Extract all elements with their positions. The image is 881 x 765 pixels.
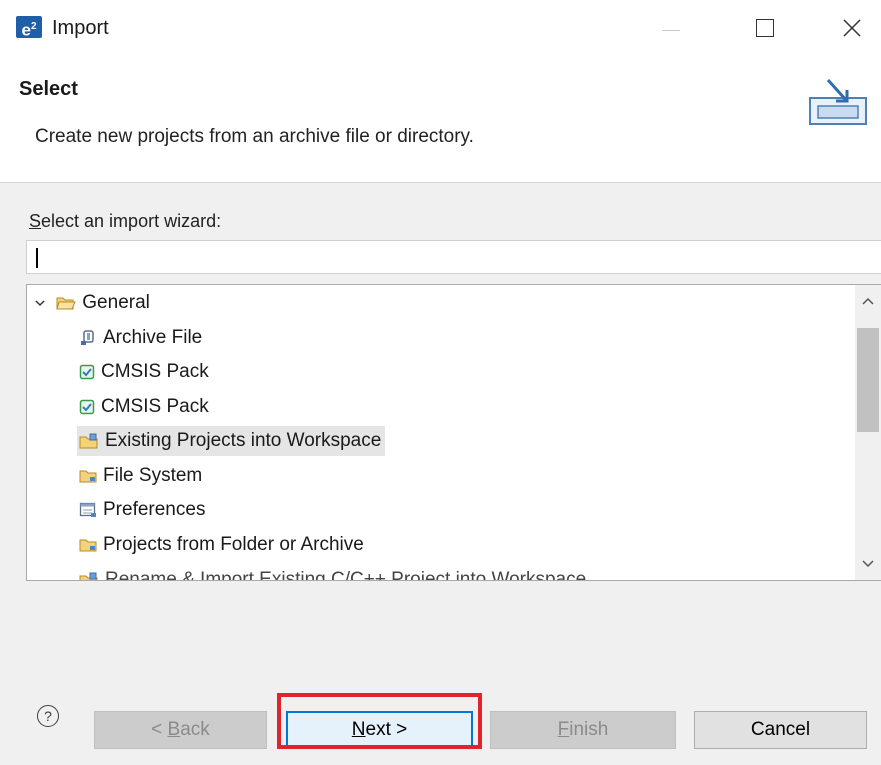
- folder-open-icon: [56, 297, 77, 310]
- tree-item-label: CMSIS Pack: [101, 396, 209, 417]
- tree-item-label: Projects from Folder or Archive: [103, 534, 364, 555]
- tree-item-label: Rename & Import Existing C/C++ Project i…: [105, 569, 587, 581]
- wizard-body: Select an import wizard: General Archive…: [0, 183, 881, 765]
- tree-item-label: File System: [103, 465, 203, 486]
- tree-item-existing-projects[interactable]: Existing Projects into Workspace: [77, 426, 386, 456]
- wizard-filter-input[interactable]: [26, 240, 881, 274]
- tree-item-cmsis-pack[interactable]: CMSIS Pack: [79, 392, 209, 422]
- chevron-up-icon: [862, 297, 874, 305]
- folder-icon: [79, 539, 97, 552]
- title-bar: e2 Import: [0, 0, 881, 56]
- highlight-annotation: [277, 693, 482, 749]
- wizard-header: Select Create new projects from an archi…: [0, 56, 881, 182]
- app-icon: e2: [16, 16, 42, 40]
- maximize-button[interactable]: [742, 10, 788, 46]
- checkbox-icon: [79, 364, 95, 380]
- project-folder-icon: [79, 433, 98, 449]
- chevron-down-icon[interactable]: [33, 297, 47, 309]
- tree-item-projects-from-folder[interactable]: Projects from Folder or Archive: [79, 530, 364, 560]
- tree-item-general[interactable]: General: [33, 288, 150, 318]
- tree-scrollbar[interactable]: [855, 285, 881, 580]
- tree-item-archive-file[interactable]: Archive File: [79, 323, 202, 353]
- page-title: Select: [19, 78, 78, 100]
- chevron-down-icon: [862, 560, 874, 568]
- tree-item-label: Preferences: [103, 499, 206, 520]
- scroll-down-button[interactable]: [855, 550, 881, 580]
- scroll-up-button[interactable]: [855, 285, 881, 315]
- checkbox-icon: [79, 399, 95, 415]
- tree-item-cmsis-pack[interactable]: CMSIS Pack: [79, 357, 209, 387]
- back-button[interactable]: < Back: [94, 711, 267, 749]
- preferences-icon: [79, 502, 96, 517]
- scroll-thumb[interactable]: [857, 328, 879, 432]
- page-description: Create new projects from an archive file…: [35, 126, 474, 147]
- cancel-button[interactable]: Cancel: [694, 711, 867, 749]
- folder-icon: [79, 470, 97, 483]
- archive-icon: [81, 330, 94, 345]
- tree-item-file-system[interactable]: File System: [79, 461, 202, 491]
- tree-item-preferences[interactable]: Preferences: [79, 495, 205, 525]
- window-title: Import: [52, 17, 109, 39]
- finish-button[interactable]: Finish: [490, 711, 676, 749]
- close-button[interactable]: [829, 10, 875, 46]
- tree-item-rename-import[interactable]: Rename & Import Existing C/C++ Project i…: [79, 565, 587, 581]
- minimize-button[interactable]: [647, 10, 693, 46]
- wizard-tree[interactable]: General Archive File CMSIS Pack CMSIS Pa…: [26, 284, 881, 581]
- project-folder-icon: [79, 572, 98, 580]
- close-icon: [843, 19, 861, 37]
- wizard-select-label: Select an import wizard:: [29, 211, 222, 231]
- tree-item-label: Archive File: [103, 327, 203, 348]
- tree-item-label: General: [82, 292, 150, 313]
- tree-item-label: Existing Projects into Workspace: [105, 430, 382, 451]
- tree-item-label: CMSIS Pack: [101, 361, 209, 382]
- help-button[interactable]: ?: [37, 705, 59, 727]
- import-wizard-icon: [809, 78, 867, 125]
- text-cursor: [36, 248, 38, 268]
